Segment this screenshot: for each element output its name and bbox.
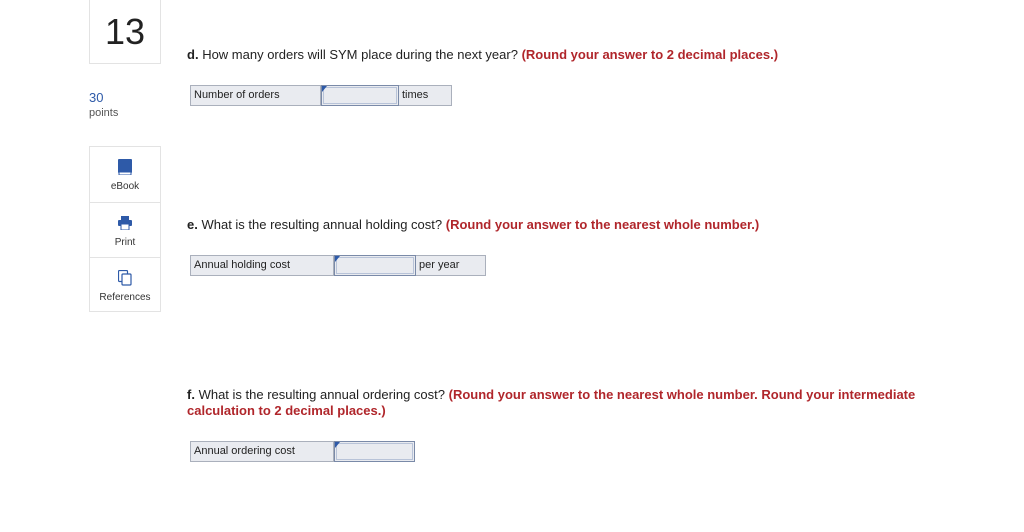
question-e-letter: e. [187,217,198,232]
question-d-text: How many orders will SYM place during th… [202,47,518,62]
tools-panel: eBook Print References [89,146,161,312]
points-value: 30 [89,90,104,105]
question-e-hint: (Round your answer to the nearest whole … [445,217,760,232]
number-of-orders-label: Number of orders [190,85,321,106]
per-year-unit: per year [416,255,486,276]
annual-holding-cost-input[interactable] [334,255,416,276]
annual-ordering-cost-input[interactable] [334,441,415,462]
input-flag-icon [322,86,327,92]
question-number: 13 [89,0,161,64]
printer-icon [118,215,132,231]
question-f: f. What is the resulting annual ordering… [187,387,977,419]
question-f-letter: f. [187,387,195,402]
question-d-hint: (Round your answer to 2 decimal places.) [521,47,779,62]
answer-row-f: Annual ordering cost [190,441,415,462]
question-e: e. What is the resulting annual holding … [187,217,759,233]
input-flag-icon [335,442,340,448]
number-of-orders-input[interactable] [321,85,399,106]
input-flag-icon [335,256,340,262]
ebook-button[interactable]: eBook [90,147,160,202]
references-icon [118,270,132,286]
print-button[interactable]: Print [90,202,160,258]
question-f-text: What is the resulting annual ordering co… [198,387,445,402]
times-unit: times [399,85,452,106]
print-label: Print [114,237,136,248]
question-d-letter: d. [187,47,199,62]
book-icon [118,159,132,175]
references-label: References [99,292,151,303]
answer-row-e: Annual holding cost per year [190,255,486,276]
ebook-label: eBook [110,181,140,192]
answer-row-d: Number of orders times [190,85,452,106]
references-button[interactable]: References [90,257,160,313]
annual-ordering-cost-label: Annual ordering cost [190,441,334,462]
question-e-text: What is the resulting annual holding cos… [201,217,443,232]
question-d: d. How many orders will SYM place during… [187,47,778,63]
annual-holding-cost-label: Annual holding cost [190,255,334,276]
points-label: points [89,107,119,119]
